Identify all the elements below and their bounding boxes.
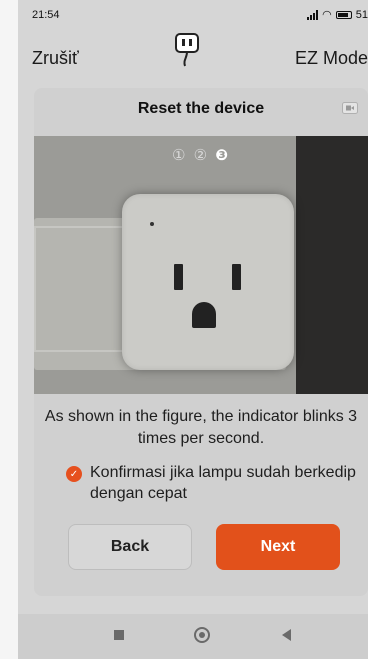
checkmark-circle-icon[interactable]: ✓	[66, 466, 82, 482]
recent-apps-icon[interactable]	[114, 630, 124, 640]
status-bar: 21:54 ◠ 51	[18, 0, 368, 30]
ez-mode-reset-screen: 21:54 ◠ 51 Zrušiť EZ Mode Reset the devi…	[18, 0, 368, 659]
wall-switch-frame	[34, 226, 130, 352]
next-button[interactable]: Next	[216, 524, 340, 570]
device-reset-image: ① ② ❸	[34, 136, 368, 394]
signal-icon	[307, 9, 319, 20]
step-2: ②	[193, 147, 210, 164]
smart-plug-photo	[122, 194, 294, 370]
video-icon[interactable]	[342, 102, 358, 114]
top-bar: Zrušiť EZ Mode	[18, 30, 368, 86]
back-button[interactable]: Back	[68, 524, 192, 570]
reset-device-card: Reset the device ① ② ❸ As shown in the f…	[34, 88, 368, 596]
plug-slot-left	[174, 264, 183, 290]
card-title: Reset the device	[137, 100, 265, 117]
back-nav-icon[interactable]	[282, 629, 291, 641]
battery-level: 51	[355, 8, 368, 21]
step-1: ①	[172, 147, 188, 164]
indicator-light	[150, 222, 154, 226]
battery-icon	[335, 10, 352, 19]
status-time: 21:54	[32, 9, 60, 21]
plug-ground-hole	[192, 302, 216, 328]
confirm-checkbox[interactable]: ✓ Konfirmasi jika lampu sudah berkedip d…	[66, 462, 356, 504]
status-icons: ◠ 51	[307, 8, 368, 21]
wifi-icon: ◠	[322, 9, 332, 21]
step-3: ❸	[215, 147, 230, 164]
step-indicator: ① ② ❸	[34, 146, 368, 164]
confirm-label: Konfirmasi jika lampu sudah berkedip den…	[90, 464, 356, 502]
smart-plug-icon	[175, 33, 199, 67]
plug-slot-right	[232, 264, 241, 290]
system-nav-bar	[18, 614, 368, 659]
home-icon[interactable]	[194, 627, 210, 643]
cancel-button[interactable]: Zrušiť	[32, 48, 79, 69]
ez-mode-selector[interactable]: EZ Mode	[295, 48, 368, 69]
instruction-text: As shown in the figure, the indicator bl…	[44, 408, 358, 447]
